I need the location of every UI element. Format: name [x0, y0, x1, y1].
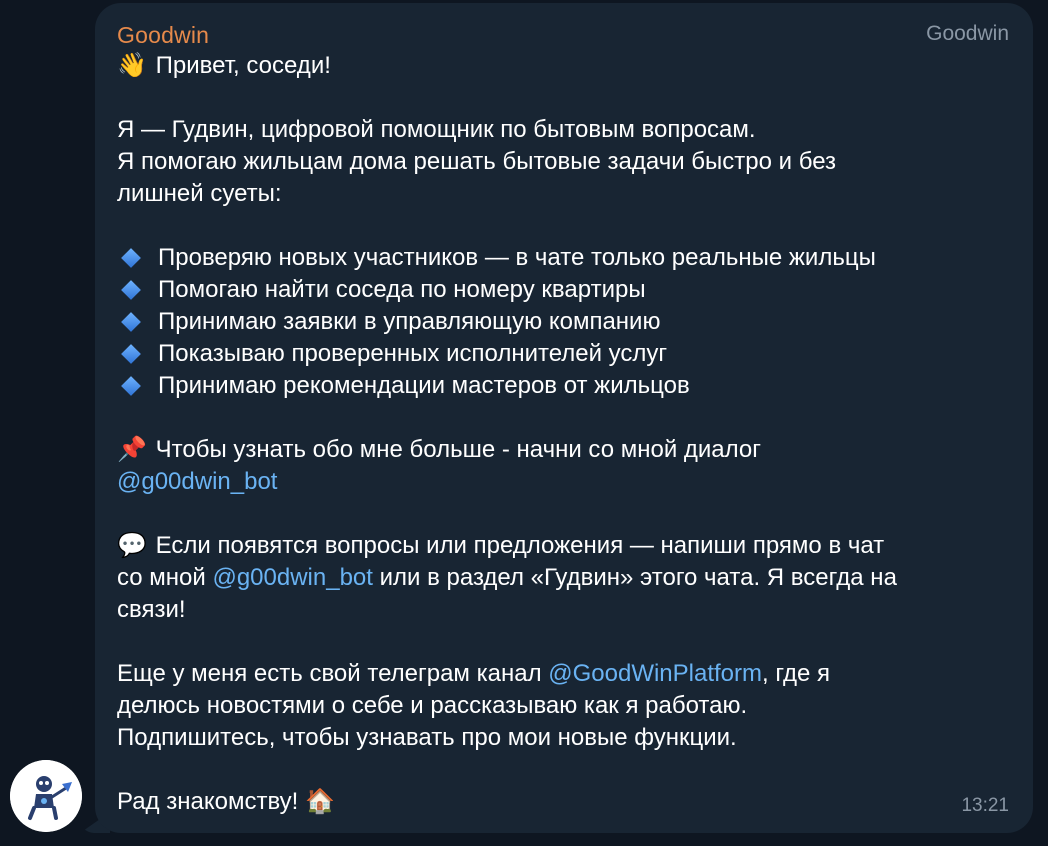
message-text: 👋 Привет, соседи! Я — Гудвин, цифровой п…: [117, 50, 1013, 818]
feature-item: Показываю проверенных исполнителей услуг: [117, 338, 1013, 370]
bot-mention-link[interactable]: @g00dwin_bot: [212, 564, 372, 591]
intro-line-1: Я — Гудвин, цифровой помощник по бытовым…: [117, 116, 756, 143]
message-timestamp: 13:21: [961, 795, 1009, 816]
intro-line-3: лишней суеты:: [117, 180, 282, 207]
blue-diamond-icon: [121, 279, 141, 300]
feature-item: Помогаю найти соседа по номеру квартиры: [117, 274, 1013, 306]
greeting-text: Привет, соседи!: [149, 52, 331, 79]
questions-line-3: связи!: [117, 596, 186, 623]
pushpin-icon: 📌: [117, 436, 147, 463]
intro-line-2: Я помогаю жильцам дома решать бытовые за…: [117, 148, 837, 175]
blue-diamond-icon: [121, 247, 141, 268]
sender-avatar[interactable]: [10, 760, 82, 832]
greeting-line: 👋 Привет, соседи!: [117, 50, 1013, 82]
speech-bubble-icon: 💬: [117, 532, 147, 559]
channel-line-1: Еще у меня есть свой телеграм канал @Goo…: [117, 660, 831, 687]
author-tag: Goodwin: [926, 22, 1009, 45]
robot-avatar-icon: [10, 760, 82, 832]
message-bubble[interactable]: Goodwin Goodwin 👋 Привет, соседи! Я — Гу…: [95, 3, 1033, 833]
feature-item: Принимаю заявки в управляющую компанию: [117, 306, 1013, 338]
dialog-line: 📌 Чтобы узнать обо мне больше - начни со…: [117, 434, 1013, 466]
blue-diamond-icon: [121, 311, 141, 332]
blue-diamond-icon: [121, 343, 141, 364]
feature-item: Принимаю рекомендации мастеров от жильцо…: [117, 370, 1013, 402]
questions-line-1: 💬 Если появятся вопросы или предложения …: [117, 530, 1013, 562]
waving-hand-icon: 👋: [117, 52, 147, 79]
channel-line-3: Подпишитесь, чтобы узнавать про мои новы…: [117, 724, 737, 751]
bot-mention-link[interactable]: @g00dwin_bot: [117, 468, 277, 495]
house-icon: 🏠: [305, 788, 335, 815]
bot-link-line: @g00dwin_bot: [117, 466, 1013, 498]
blue-diamond-icon: [121, 375, 141, 396]
questions-line-2: со мной @g00dwin_bot или в раздел «Гудви…: [117, 564, 897, 591]
channel-line-2: делюсь новостями о себе и рассказываю ка…: [117, 692, 748, 719]
feature-item: Проверяю новых участников — в чате тольк…: [117, 242, 1013, 274]
sender-name[interactable]: Goodwin: [117, 22, 209, 49]
closing-line: Рад знакомству! 🏠: [117, 788, 335, 815]
channel-mention-link[interactable]: @GoodWinPlatform: [548, 660, 762, 687]
chat-view: Goodwin Goodwin 👋 Привет, соседи! Я — Гу…: [0, 0, 1048, 846]
